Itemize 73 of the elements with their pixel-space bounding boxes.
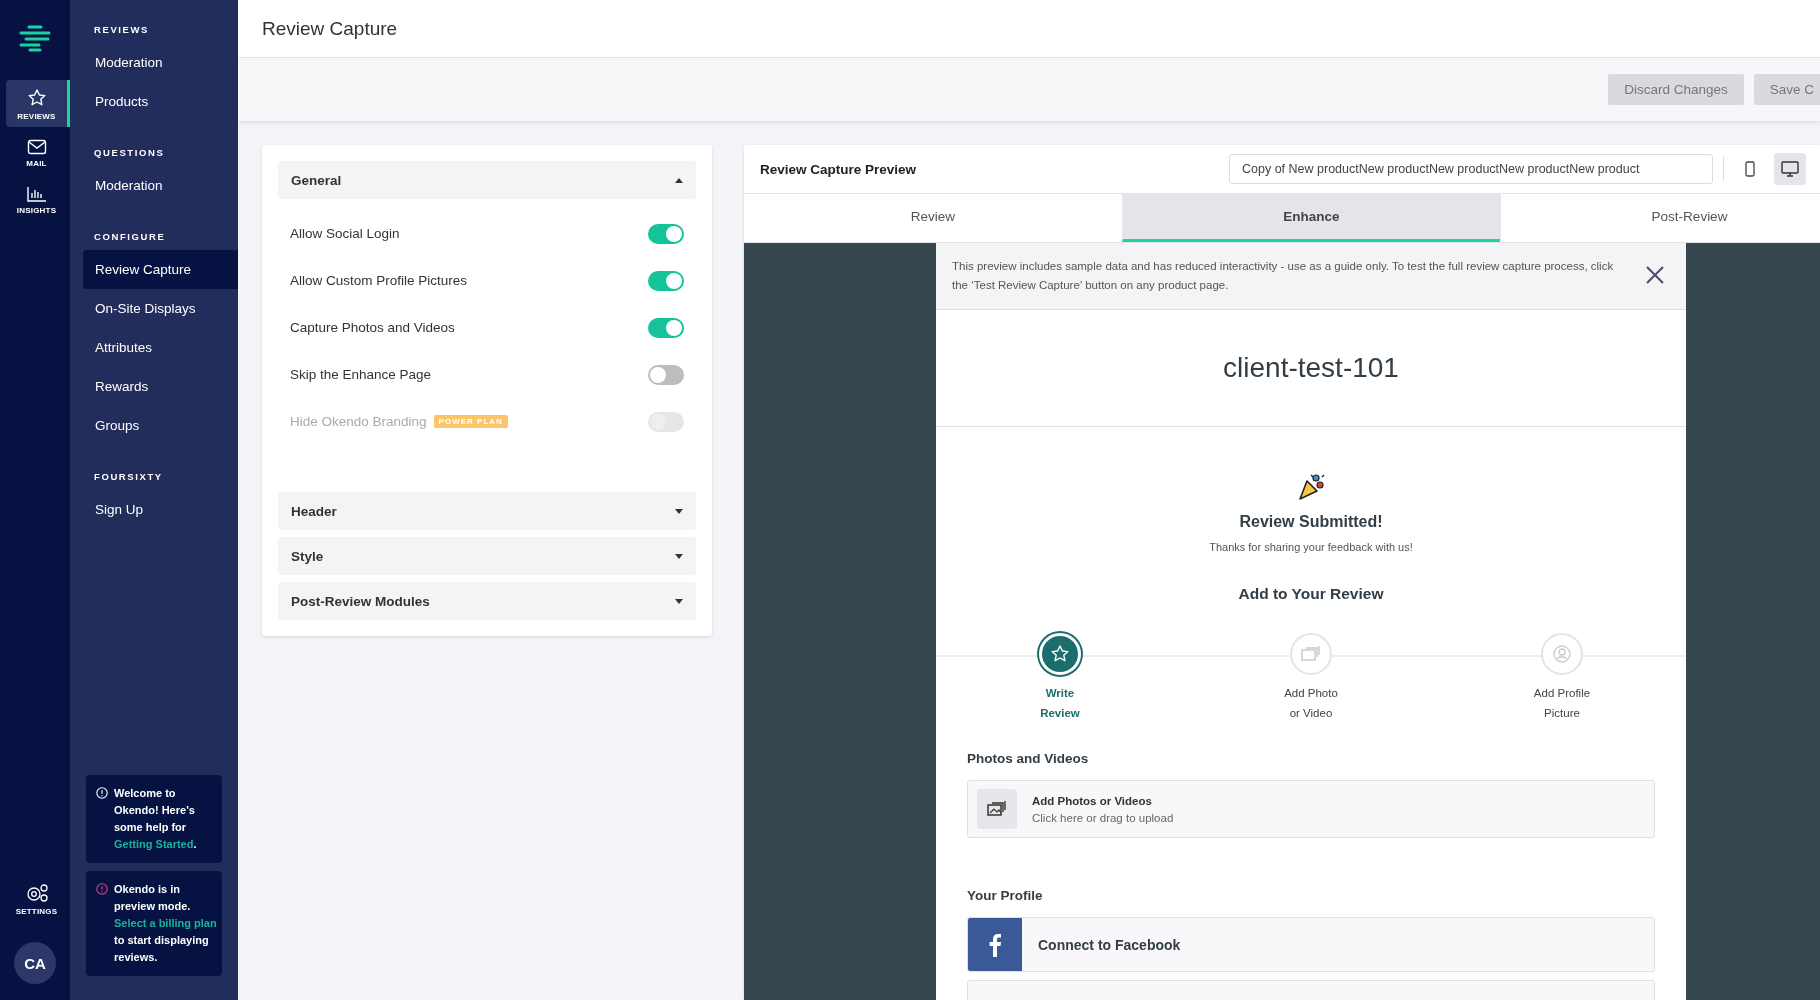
accordion-header[interactable]: Header bbox=[278, 492, 696, 530]
section-heading: CONFIGURE bbox=[93, 231, 167, 242]
star-icon bbox=[1050, 644, 1070, 664]
sidebar-item[interactable]: Products bbox=[83, 82, 238, 121]
sidebar-item[interactable]: Attributes bbox=[83, 328, 238, 367]
notice-text: Welcome to Okendo! Here's some help for Getting Started. bbox=[114, 786, 198, 852]
toggle-switch[interactable] bbox=[648, 270, 684, 291]
upload-dropzone[interactable]: Add Photos or Videos Click here or drag to upload bbox=[967, 780, 1655, 838]
product-name: client-test-101 bbox=[1223, 352, 1399, 384]
step-label: Add Photo or Video bbox=[1283, 686, 1339, 721]
setting-label: Allow Custom Profile Pictures bbox=[290, 273, 468, 288]
desktop-view-button[interactable] bbox=[1774, 153, 1806, 185]
photos-icon bbox=[1301, 646, 1321, 662]
caret-icon bbox=[675, 177, 683, 183]
section-heading: FOURSIXTY bbox=[93, 471, 164, 482]
nav-rail-item[interactable]: REVIEWS bbox=[6, 80, 70, 127]
notice-text: This preview includes sample data and has reduced interactivity - use as a guide only. To test the full review capture process, click the ‘Test Review Capture’ button on any product page. bbox=[952, 259, 1615, 293]
success-title: Review Submitted! bbox=[1239, 513, 1383, 531]
section-heading: Add to Your Review bbox=[1238, 585, 1384, 603]
sidebar-item[interactable]: Rewards bbox=[83, 367, 238, 406]
setting-label: Hide Okendo Branding bbox=[290, 414, 427, 429]
preview-title: Review Capture Preview bbox=[760, 161, 917, 177]
preview-tab[interactable]: Enhance bbox=[1122, 194, 1500, 242]
sidebar-item[interactable]: Groups bbox=[83, 406, 238, 445]
setting-label: Skip the Enhance Page bbox=[290, 367, 432, 382]
party-popper-icon bbox=[1296, 471, 1326, 501]
success-message: Thanks for sharing your feedback with us! bbox=[1209, 541, 1413, 553]
bar-chart-icon bbox=[26, 186, 47, 202]
nav-rail-item[interactable]: MAIL bbox=[6, 131, 70, 174]
nav-rail-item[interactable]: INSIGHTS bbox=[6, 178, 70, 221]
settings-button[interactable]: SETTINGS bbox=[6, 875, 70, 922]
section-heading: Photos and Videos bbox=[967, 751, 1090, 766]
phone-icon bbox=[1745, 161, 1755, 177]
sidebar-item[interactable]: Sign Up bbox=[83, 490, 238, 529]
monitor-icon bbox=[1781, 161, 1799, 177]
settings-icon bbox=[24, 883, 49, 903]
alert-icon bbox=[96, 883, 108, 895]
section-heading: REVIEWS bbox=[93, 24, 150, 35]
star-icon bbox=[26, 88, 47, 108]
facebook-connect-button[interactable]: Connect to Facebook bbox=[967, 917, 1655, 972]
facebook-icon bbox=[989, 932, 1001, 957]
step-label: Add Profile Picture bbox=[1532, 686, 1592, 721]
toggle-switch[interactable] bbox=[648, 317, 684, 338]
step-label: Write Review bbox=[1039, 686, 1081, 721]
sidebar-item[interactable]: On-Site Displays bbox=[83, 289, 238, 328]
setting-label: Allow Social Login bbox=[290, 226, 400, 241]
section-heading: QUESTIONS bbox=[93, 147, 166, 158]
caret-icon bbox=[675, 598, 683, 604]
page-title: Review Capture bbox=[262, 17, 398, 40]
accordion-header[interactable]: General bbox=[278, 161, 696, 199]
plan-badge: POWER PLAN bbox=[433, 415, 508, 428]
accordion-header[interactable]: Style bbox=[278, 537, 696, 575]
mail-icon bbox=[26, 139, 47, 155]
toggle-switch[interactable] bbox=[648, 223, 684, 244]
notice-text: Okendo is in preview mode. Select a billing plan to start displaying reviews. bbox=[114, 882, 217, 965]
sidebar-item[interactable]: Review Capture bbox=[83, 250, 238, 289]
setting-label: Capture Photos and Videos bbox=[290, 320, 455, 335]
info-icon bbox=[96, 787, 108, 799]
accordion-header[interactable]: Post-Review Modules bbox=[278, 582, 696, 620]
notice-link[interactable]: Select a billing plan bbox=[114, 917, 217, 929]
photos-icon bbox=[987, 801, 1007, 817]
toggle-switch[interactable] bbox=[648, 364, 684, 385]
caret-icon bbox=[675, 508, 683, 514]
user-avatar[interactable]: CA bbox=[14, 942, 56, 984]
caret-icon bbox=[675, 553, 683, 559]
sidebar-item[interactable]: Moderation bbox=[83, 43, 238, 82]
person-icon bbox=[1553, 645, 1571, 663]
product-select-field[interactable]: Copy of New productNew productNew productNew productNew product bbox=[1229, 154, 1713, 184]
close-icon bbox=[1646, 266, 1664, 284]
sidebar-item[interactable]: Moderation bbox=[83, 166, 238, 205]
logo-icon bbox=[18, 24, 52, 52]
section-heading: Your Profile bbox=[967, 888, 1044, 903]
preview-tab[interactable]: Post-Review bbox=[1500, 194, 1820, 242]
